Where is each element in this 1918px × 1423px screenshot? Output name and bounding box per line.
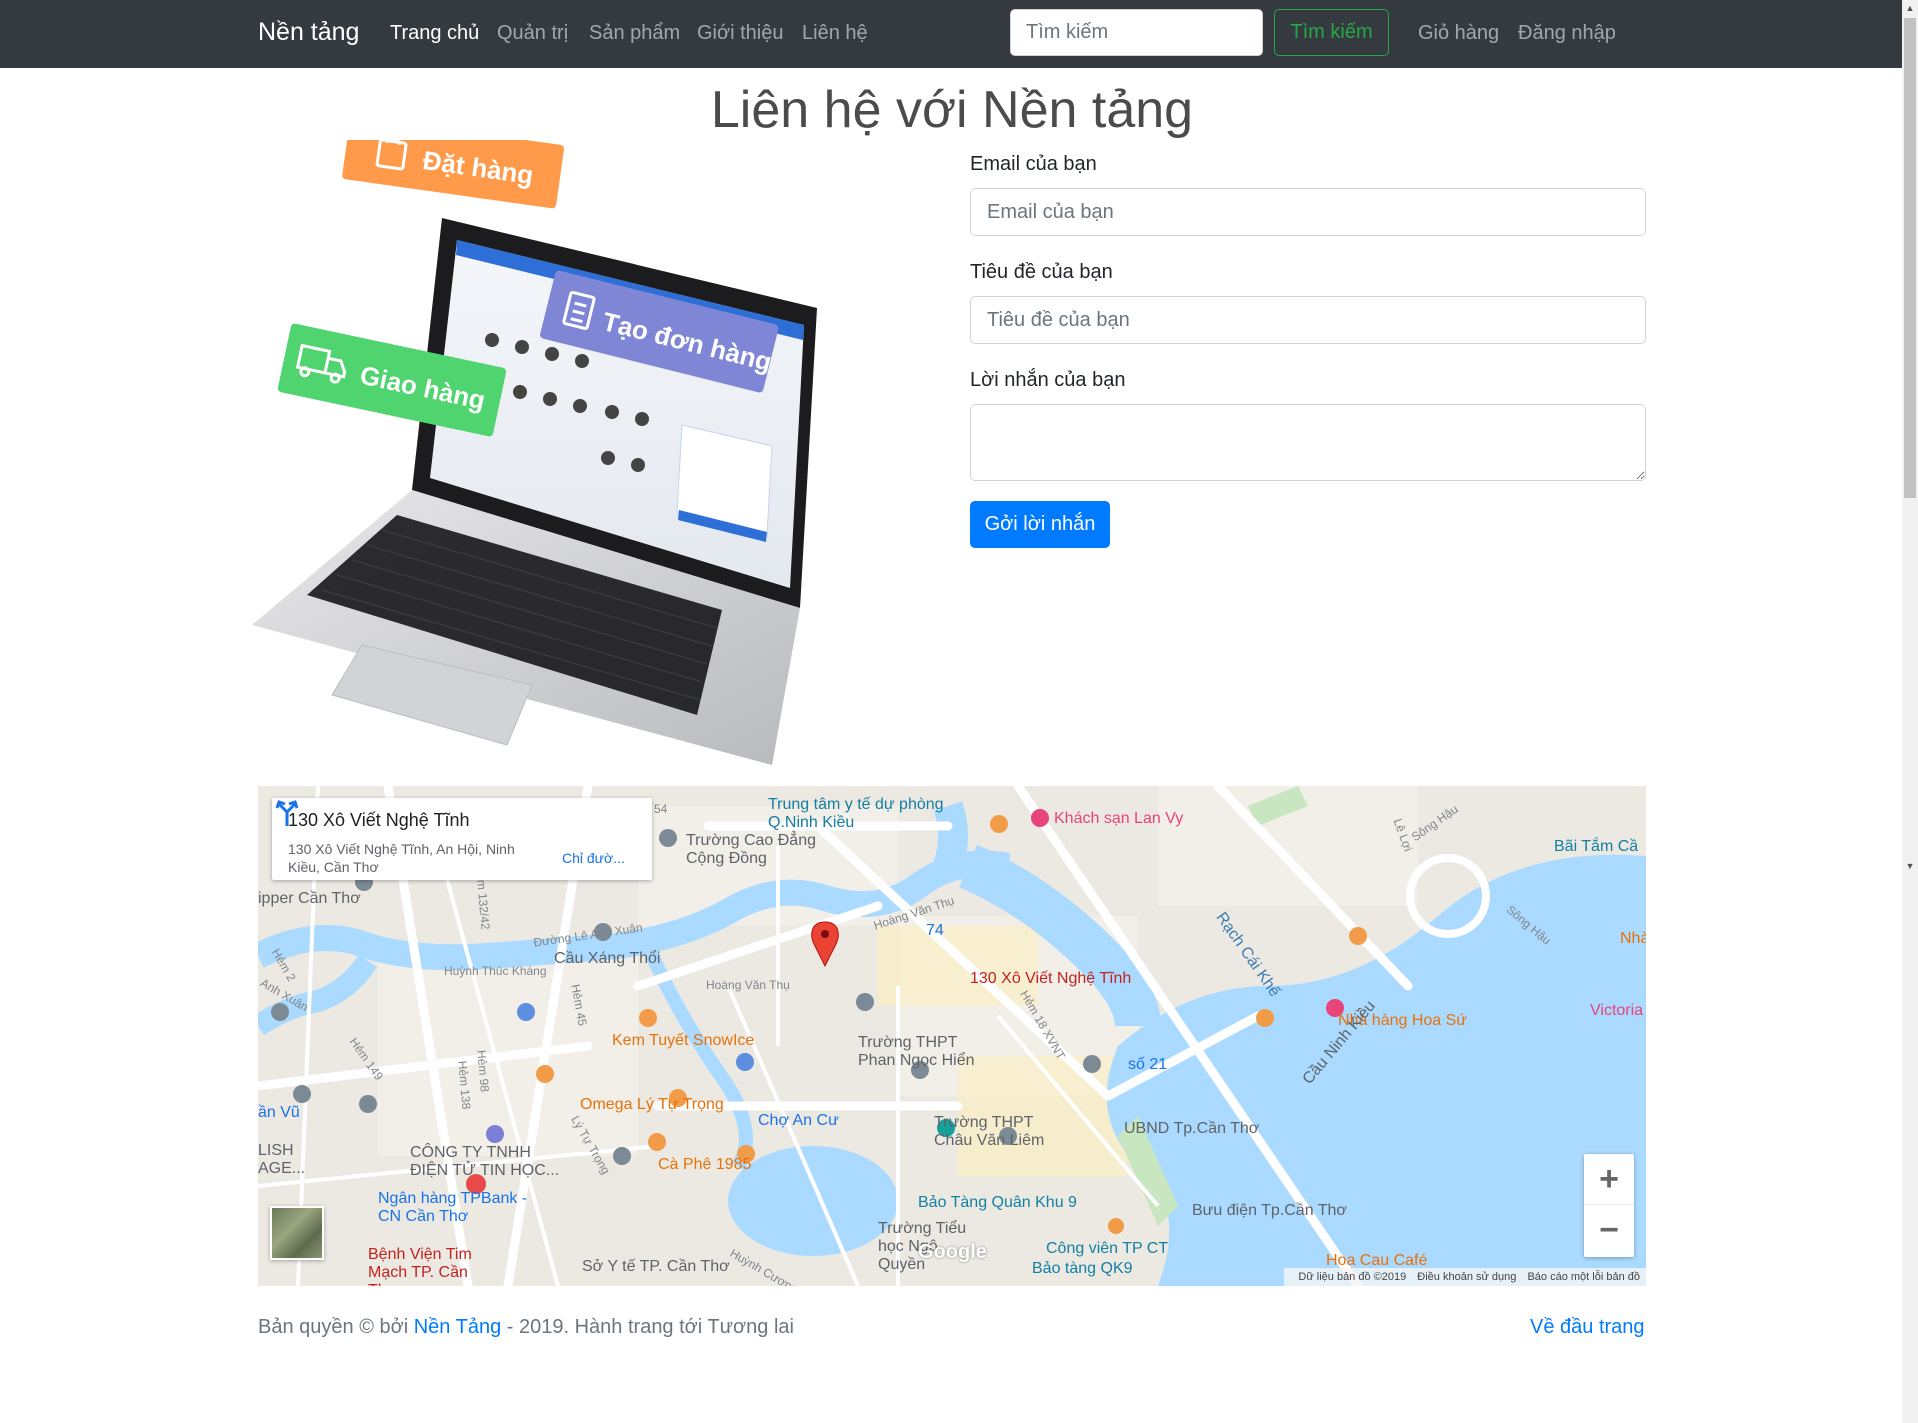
poi-school-icon-3 bbox=[856, 993, 874, 1011]
road-label-huynh-thuc-khang: Huỳnh Thúc Kháng bbox=[444, 964, 547, 978]
terms-link[interactable]: Điều khoản sử dụng bbox=[1417, 1271, 1516, 1283]
map-data-attribution: Dữ liệu bản đồ ©2019 bbox=[1298, 1271, 1407, 1283]
message-field[interactable] bbox=[970, 404, 1646, 481]
poi-restaurant-icon-7 bbox=[1349, 927, 1367, 945]
nav-link-cart[interactable]: Giỏ hàng bbox=[1418, 22, 1499, 45]
footer-brand-link[interactable]: Nền Tảng bbox=[414, 1316, 501, 1338]
map-label-benh-vien: Bệnh Viện Tim Mạch TP. Cần Thơ bbox=[368, 1246, 472, 1286]
poi-restaurant-icon-5 bbox=[990, 815, 1008, 833]
footer-prefix: Bản quyền © bởi bbox=[258, 1316, 409, 1338]
poi-school-icon bbox=[659, 829, 677, 847]
scroll-down-arrow[interactable]: ▼ bbox=[1902, 858, 1918, 874]
satellite-toggle[interactable] bbox=[270, 1206, 324, 1260]
lake-xang-thoi bbox=[728, 1146, 898, 1256]
place-card: 130 Xô Viết Nghệ Tĩnh 130 Xô Viết Nghệ T… bbox=[272, 798, 652, 880]
map-label-so-y-te: Sở Y tế TP. Cần Thơ bbox=[582, 1258, 730, 1275]
map-label-truong-chau-van-liem: Trường THPT Châu Văn Liêm bbox=[934, 1114, 1045, 1149]
map-label-cong-ty: CÔNG TY TNHH ĐIỆN TỬ TIN HỌC... bbox=[410, 1144, 560, 1179]
zoom-out-button[interactable]: − bbox=[1584, 1205, 1634, 1255]
send-message-button[interactable]: Gởi lời nhắn bbox=[970, 501, 1110, 548]
map-label-ca-phe: Cà Phê 1985 bbox=[658, 1156, 752, 1173]
map-label-trung-tam: Trung tâm y tế dự phòng Q.Ninh Kiều bbox=[768, 796, 944, 831]
map-marker-label: 130 Xô Viết Nghệ Tĩnh bbox=[970, 970, 1132, 987]
map-label-cho-an-cu: Chợ An Cư bbox=[758, 1112, 839, 1129]
nav-link-about[interactable]: Giới thiệu bbox=[697, 22, 783, 45]
search-input[interactable] bbox=[1010, 9, 1263, 56]
poi-government-icon bbox=[1083, 1055, 1101, 1073]
poi-restaurant-icon-2 bbox=[536, 1065, 554, 1083]
map-label-truong-cao-dang: Trường Cao Đẳng Cộng Đồng bbox=[686, 832, 816, 867]
directions-link[interactable]: Chỉ đườ... bbox=[562, 850, 625, 866]
brand-logo[interactable]: Nền tảng bbox=[258, 18, 359, 47]
nav-link-contact[interactable]: Liên hệ bbox=[802, 22, 868, 45]
nav-link-products[interactable]: Sản phẩm bbox=[589, 22, 680, 45]
page-title: Liên hệ với Nền tảng bbox=[710, 81, 1194, 139]
navbar: Nền tảng Trang chủ Quản trị Sản phẩm Giớ… bbox=[0, 0, 1902, 68]
map-label-lish: LISH AGE... bbox=[258, 1142, 306, 1177]
map-label-ubnd: UBND Tp.Cần Thơ bbox=[1124, 1120, 1260, 1137]
map-label-bao-tang-qk9: Bảo Tàng Quân Khu 9 bbox=[918, 1194, 1077, 1211]
nav-link-admin[interactable]: Quản trị bbox=[497, 22, 568, 45]
scrollbar[interactable]: ▲ ▼ bbox=[1902, 0, 1918, 1423]
poi-hotel-icon bbox=[1031, 809, 1049, 827]
poi-restaurant-icon-3 bbox=[648, 1133, 666, 1151]
nav-link-login[interactable]: Đăng nhập bbox=[1518, 22, 1616, 45]
road-label-hem-98: Hẻm 98 bbox=[474, 1049, 492, 1093]
map-label-victoria: Victoria bbox=[1590, 1002, 1644, 1019]
map-label-kem-tuyet: Kem Tuyết SnowIce bbox=[612, 1032, 755, 1049]
back-to-top-link[interactable]: Về đầu trang bbox=[1530, 1316, 1645, 1339]
email-field[interactable] bbox=[970, 188, 1646, 236]
map-label-truong-phan-ngoc-hien: Trường THPT Phan Ngọc Hiển bbox=[858, 1034, 975, 1069]
poi-shopping-icon bbox=[517, 1003, 535, 1021]
laptop-illustration: Đặt hàng Tạo đơn hàng Giao hàng bbox=[252, 140, 817, 765]
map-label-cong-vien: Công viên TP CT bbox=[1046, 1240, 1169, 1257]
poi-school-icon-5 bbox=[293, 1085, 311, 1103]
zoom-in-button[interactable]: + bbox=[1584, 1154, 1634, 1205]
scrollbar-thumb[interactable] bbox=[1904, 18, 1916, 498]
search-button[interactable]: Tìm kiếm bbox=[1274, 9, 1389, 56]
poi-restaurant-icon bbox=[639, 1009, 657, 1027]
footer-copyright: Bản quyền © bởi Nền Tảng - 2019. Hành tr… bbox=[258, 1316, 794, 1339]
nav-link-home[interactable]: Trang chủ bbox=[390, 22, 479, 45]
place-name: 130 Xô Viết Nghệ Tĩnh bbox=[288, 810, 470, 830]
report-error-link[interactable]: Báo cáo một lỗi bản đồ bbox=[1527, 1271, 1640, 1283]
map-label-cau-xang-thoi: Cầu Xáng Thổi bbox=[554, 950, 661, 967]
tag-order: Đặt hàng bbox=[342, 140, 564, 209]
email-label: Email của bạn bbox=[970, 153, 1097, 175]
poi-cafe-icon-2 bbox=[1108, 1218, 1124, 1234]
subject-label: Tiêu đề của bạn bbox=[970, 261, 1113, 283]
map-label-ngan-hang: Ngân hàng TPBank - CN Cần Thơ bbox=[378, 1190, 528, 1225]
poi-company-icon bbox=[359, 1095, 377, 1113]
map-label-khach-san: Khách sạn Lan Vy bbox=[1054, 810, 1184, 827]
message-label: Lời nhắn của bạn bbox=[970, 369, 1126, 391]
map-attribution: Dữ liệu bản đồ ©2019 Điều khoản sử dụng … bbox=[1284, 1268, 1646, 1286]
poi-market-icon bbox=[736, 1053, 754, 1071]
subject-field[interactable] bbox=[970, 296, 1646, 344]
map-label-shipper: ipper Cần Thơ bbox=[258, 890, 361, 907]
scroll-up-arrow[interactable]: ▲ bbox=[1902, 0, 1918, 16]
map-label-bao-tang-qk9-short: Bảo tàng QK9 bbox=[1032, 1260, 1133, 1277]
map-label-74: 74 bbox=[926, 922, 944, 939]
poi-government-icon-2 bbox=[613, 1147, 631, 1165]
directions-icon[interactable] bbox=[272, 798, 302, 828]
poi-restaurant-icon-6 bbox=[1256, 1009, 1274, 1027]
zoom-controls: + − bbox=[1584, 1154, 1634, 1257]
road-label-hoang-van-thu: Hoàng Văn Thụ bbox=[706, 978, 790, 992]
map-label-an-vu: ần Vũ bbox=[258, 1104, 300, 1121]
map-label-nha-right: Nhà bbox=[1620, 930, 1646, 947]
google-map[interactable]: Trung tâm y tế dự phòng Q.Ninh Kiều Trườ… bbox=[258, 786, 1646, 1286]
road-label-54: 54 bbox=[654, 802, 668, 816]
map-label-so-21: số 21 bbox=[1128, 1056, 1168, 1073]
map-label-bai-tam: Bãi Tắm Cầ bbox=[1554, 838, 1639, 855]
footer-suffix: - 2019. Hành trang tới Tương lai bbox=[506, 1316, 794, 1338]
poi-bank-icon bbox=[486, 1125, 504, 1143]
google-logo: Google bbox=[918, 1241, 987, 1263]
place-address: 130 Xô Viết Nghệ Tĩnh, An Hội, Ninh Kiều… bbox=[288, 841, 515, 875]
map-label-omega: Omega Lý Tự Trọng bbox=[580, 1096, 724, 1113]
map-label-buu-dien: Bưu điện Tp.Cần Thơ bbox=[1192, 1202, 1347, 1219]
